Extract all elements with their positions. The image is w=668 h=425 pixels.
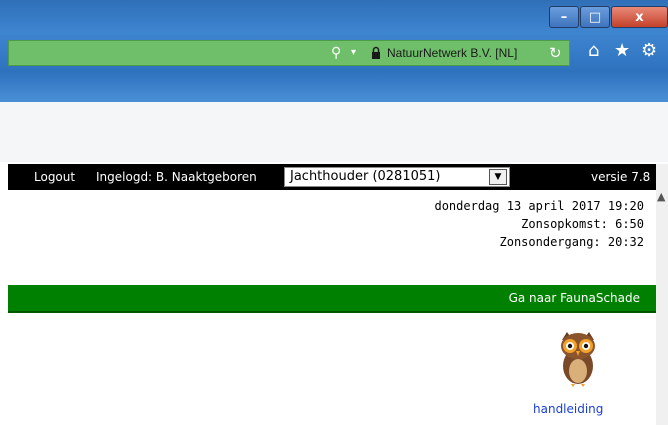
scroll-up-icon[interactable]: ▲ <box>657 190 665 203</box>
version-label: versie 7.8 <box>591 170 651 184</box>
lock-icon[interactable] <box>371 46 381 60</box>
role-select-value: Jachthouder (0281051) <box>290 169 441 184</box>
home-icon[interactable]: ⌂ <box>588 40 599 61</box>
browser-toolbar: ⚲ ▾ NatuurNetwerk B.V. [NL] ↻ <box>0 34 668 72</box>
role-select[interactable]: Jachthouder (0281051) ▼ <box>284 167 510 187</box>
faunaschade-link[interactable]: Ga naar FaunaSchade <box>509 291 640 305</box>
green-link-bar: Ga naar FaunaSchade <box>8 285 656 313</box>
address-bar[interactable]: ⚲ ▾ NatuurNetwerk B.V. [NL] ↻ <box>8 40 570 66</box>
close-button[interactable]: x <box>611 6 668 28</box>
dropdown-icon[interactable]: ▾ <box>351 47 356 58</box>
logout-link[interactable]: Logout <box>34 170 75 184</box>
top-navigation-bar: Logout Ingelogd: B. Naaktgeboren Jachtho… <box>8 164 656 190</box>
manual-link[interactable]: handleiding <box>533 402 603 416</box>
owl-icon[interactable] <box>553 330 603 388</box>
sunset-time: Zonsondergang: 20:32 <box>499 235 645 249</box>
tab-strip <box>0 72 668 102</box>
reload-icon[interactable]: ↻ <box>549 44 562 62</box>
page-scrollbar[interactable] <box>656 164 668 425</box>
chevron-down-icon[interactable]: ▼ <box>489 169 507 185</box>
sunrise-time: Zonsopkomst: 6:50 <box>521 217 644 231</box>
date-sun-info: donderdag 13 april 2017 19:20 Zonsopkoms… <box>434 197 644 251</box>
maximize-button[interactable]: □ <box>580 6 610 28</box>
window-titlebar: – □ x <box>0 0 668 34</box>
settings-gear-icon[interactable]: ⚙ <box>641 40 657 61</box>
search-icon[interactable]: ⚲ <box>331 45 341 61</box>
current-date: donderdag 13 april 2017 19:20 <box>434 199 644 213</box>
command-bar <box>0 102 668 162</box>
site-identity[interactable]: NatuurNetwerk B.V. [NL] <box>387 46 517 60</box>
logged-in-user: Ingelogd: B. Naaktgeboren <box>96 170 257 184</box>
minimize-button[interactable]: – <box>549 6 579 28</box>
favorites-star-icon[interactable]: ★ <box>614 40 630 61</box>
